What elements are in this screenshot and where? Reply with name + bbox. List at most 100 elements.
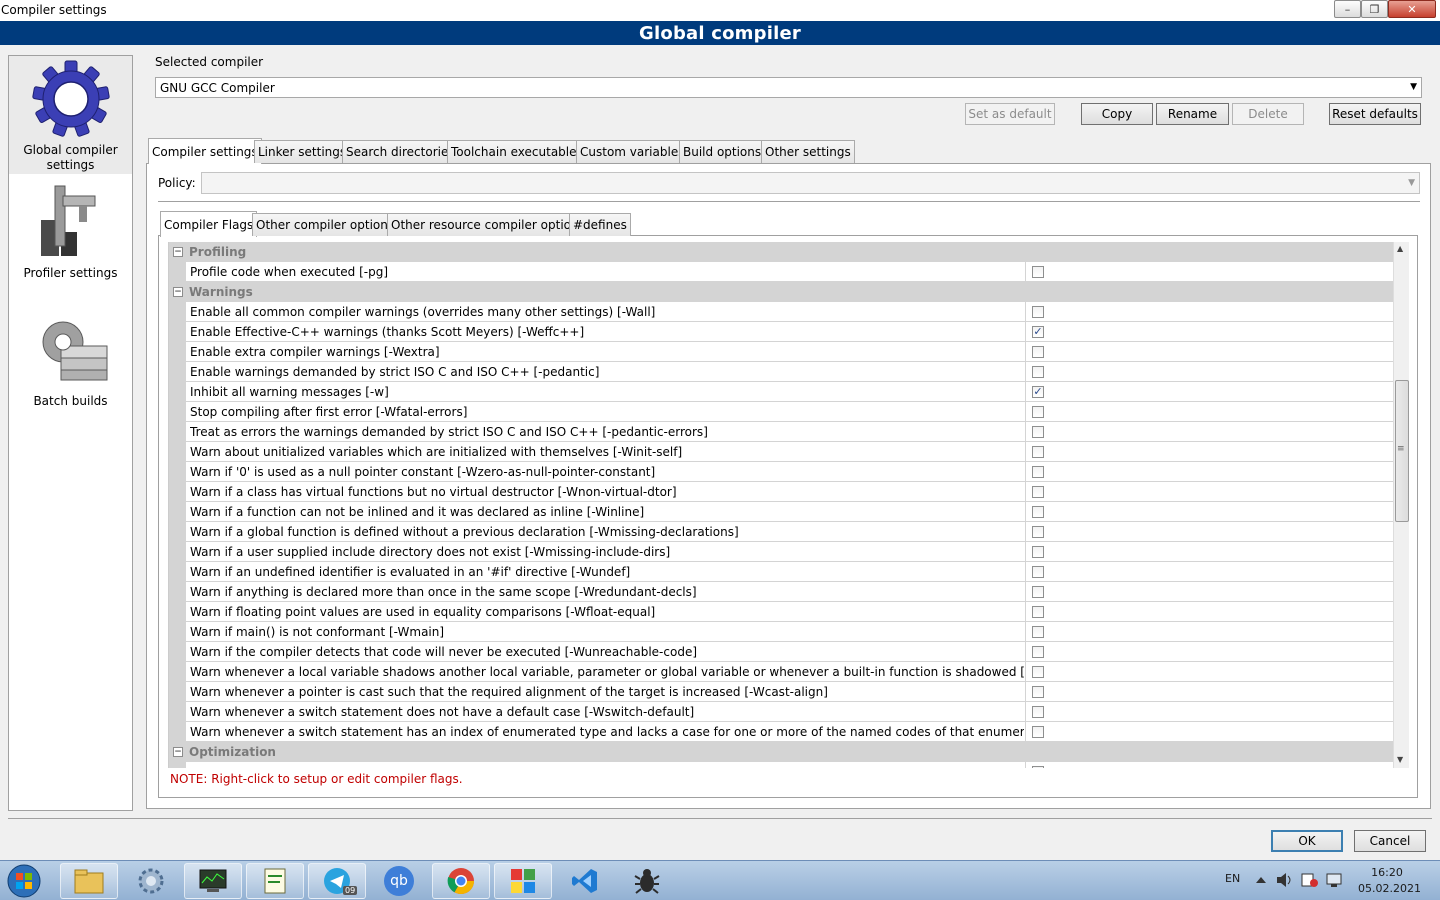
flag-checkbox[interactable] <box>1032 466 1044 478</box>
flag-row[interactable]: Profile code when executed [-pg] <box>169 262 1393 282</box>
flag-checkbox[interactable] <box>1032 726 1044 738</box>
flag-checkbox[interactable] <box>1032 266 1044 278</box>
flag-checkbox[interactable] <box>1032 586 1044 598</box>
sidebar-item-global-compiler[interactable]: Global compiler settings <box>9 56 132 174</box>
taskbar-chrome[interactable] <box>432 863 490 899</box>
taskbar-settings[interactable] <box>122 863 180 899</box>
maximize-button[interactable]: ❐ <box>1361 0 1388 18</box>
flag-row[interactable]: Stop compiling after first error [-Wfata… <box>169 402 1393 422</box>
set-as-default-button[interactable]: Set as default <box>965 103 1055 125</box>
flag-row[interactable]: Warn if the compiler detects that code w… <box>169 642 1393 662</box>
taskbar-system-monitor[interactable] <box>184 863 242 899</box>
flag-checkbox[interactable] <box>1032 606 1044 618</box>
flag-row[interactable]: Enable extra compiler warnings [-Wextra] <box>169 342 1393 362</box>
tab-custom-variables[interactable]: Custom variables <box>576 140 689 163</box>
taskbar-telegram[interactable]: 09 <box>308 863 366 899</box>
flag-checkbox[interactable] <box>1032 426 1044 438</box>
clock-date[interactable]: 05.02.2021 <box>1358 882 1421 895</box>
language-indicator[interactable]: EN <box>1225 872 1240 885</box>
taskbar-qbittorrent[interactable]: qb <box>370 863 428 899</box>
flag-row[interactable]: Warn if main() is not conformant [-Wmain… <box>169 622 1393 642</box>
category-row[interactable]: − Profiling <box>169 242 1393 262</box>
flag-checkbox[interactable] <box>1032 566 1044 578</box>
sidebar-item-profiler[interactable]: Profiler settings <box>9 178 132 288</box>
category-row[interactable]: − Warnings <box>169 282 1393 302</box>
ok-button[interactable]: OK <box>1271 830 1343 852</box>
flag-row[interactable]: Warn if '0' is used as a null pointer co… <box>169 462 1393 482</box>
category-row[interactable]: − Optimization <box>169 742 1393 762</box>
flag-row[interactable]: Warn if an undefined identifier is evalu… <box>169 562 1393 582</box>
flag-checkbox[interactable] <box>1032 306 1044 318</box>
tab-linker-settings[interactable]: Linker settings <box>254 140 351 163</box>
taskbar-file-explorer[interactable] <box>60 863 118 899</box>
flag-checkbox[interactable] <box>1032 626 1044 638</box>
flag-checkbox[interactable] <box>1032 406 1044 418</box>
flag-row[interactable]: Warn whenever a switch statement has an … <box>169 722 1393 742</box>
collapse-icon[interactable]: − <box>173 247 183 257</box>
scroll-up-icon[interactable]: ▲ <box>1397 244 1403 253</box>
tab-other-compiler-options[interactable]: Other compiler options <box>252 213 399 236</box>
flag-row[interactable]: Enable warnings demanded by strict ISO C… <box>169 362 1393 382</box>
collapse-icon[interactable]: − <box>173 747 183 757</box>
close-button[interactable]: ✕ <box>1388 0 1436 18</box>
collapse-icon[interactable]: − <box>173 287 183 297</box>
tab-compiler-flags[interactable]: Compiler Flags <box>160 211 258 237</box>
flag-row[interactable]: Warn whenever a local variable shadows a… <box>169 662 1393 682</box>
flag-checkbox[interactable] <box>1032 486 1044 498</box>
flag-row[interactable] <box>169 762 1393 768</box>
rename-button[interactable]: Rename <box>1156 103 1229 125</box>
flag-row[interactable]: Enable Effective-C++ warnings (thanks Sc… <box>169 322 1393 342</box>
taskbar-text-editor[interactable] <box>246 863 304 899</box>
tab-other-settings[interactable]: Other settings <box>761 140 855 163</box>
flag-row[interactable]: Treat as errors the warnings demanded by… <box>169 422 1393 442</box>
flag-row[interactable]: Enable all common compiler warnings (ove… <box>169 302 1393 322</box>
flag-checkbox[interactable] <box>1032 686 1044 698</box>
delete-button[interactable]: Delete <box>1232 103 1304 125</box>
scroll-down-icon[interactable]: ▼ <box>1397 755 1403 764</box>
flag-checkbox[interactable] <box>1032 666 1044 678</box>
action-center-icon[interactable] <box>1301 872 1319 888</box>
vertical-scrollbar[interactable]: ▲ ≡ ▼ <box>1393 242 1409 768</box>
flag-row[interactable]: Warn whenever a pointer is cast such tha… <box>169 682 1393 702</box>
volume-icon[interactable] <box>1276 872 1294 888</box>
flag-checkbox[interactable] <box>1032 506 1044 518</box>
clock-time[interactable]: 16:20 <box>1362 866 1412 879</box>
flag-row[interactable]: Warn if floating point values are used i… <box>169 602 1393 622</box>
flag-row[interactable]: Warn if a function can not be inlined an… <box>169 502 1393 522</box>
flag-row[interactable]: Warn whenever a switch statement does no… <box>169 702 1393 722</box>
flag-checkbox[interactable] <box>1032 446 1044 458</box>
flag-checkbox[interactable] <box>1032 346 1044 358</box>
network-icon[interactable] <box>1325 872 1343 888</box>
tab-search-directories[interactable]: Search directories <box>342 140 459 163</box>
tab-toolchain-executables[interactable]: Toolchain executables <box>447 140 587 163</box>
flag-row[interactable]: Warn if a user supplied include director… <box>169 542 1393 562</box>
cancel-button[interactable]: Cancel <box>1354 830 1426 852</box>
flag-checkbox[interactable] <box>1032 766 1044 768</box>
flag-checkbox[interactable] <box>1032 646 1044 658</box>
taskbar-debugger[interactable] <box>618 863 676 899</box>
policy-select[interactable]: ▼ <box>201 172 1420 194</box>
copy-button[interactable]: Copy <box>1081 103 1153 125</box>
reset-defaults-button[interactable]: Reset defaults <box>1329 103 1421 125</box>
flag-checkbox[interactable] <box>1032 546 1044 558</box>
flag-row[interactable]: Warn about unitialized variables which a… <box>169 442 1393 462</box>
tab-build-options[interactable]: Build options <box>679 140 766 163</box>
flag-row[interactable]: Warn if a global function is defined wit… <box>169 522 1393 542</box>
start-button[interactable] <box>2 863 46 899</box>
flag-row[interactable]: Warn if a class has virtual functions bu… <box>169 482 1393 502</box>
taskbar-codeblocks[interactable] <box>494 863 552 899</box>
flag-row[interactable]: Inhibit all warning messages [-w] ✓ <box>169 382 1393 402</box>
tab-defines[interactable]: #defines <box>569 213 631 236</box>
minimize-button[interactable]: – <box>1334 0 1361 18</box>
tray-expand-icon[interactable] <box>1256 876 1266 884</box>
flag-checkbox[interactable] <box>1032 366 1044 378</box>
tab-other-resource-compiler-options[interactable]: Other resource compiler options <box>387 213 589 236</box>
taskbar-vscode[interactable] <box>556 863 614 899</box>
sidebar-item-batch-builds[interactable]: Batch builds <box>9 306 132 416</box>
flag-row[interactable]: Warn if anything is declared more than o… <box>169 582 1393 602</box>
flag-checkbox[interactable] <box>1032 706 1044 718</box>
flag-checkbox[interactable] <box>1032 526 1044 538</box>
flag-checkbox[interactable]: ✓ <box>1032 326 1044 338</box>
tab-compiler-settings[interactable]: Compiler settings <box>148 138 262 164</box>
flag-checkbox[interactable]: ✓ <box>1032 386 1044 398</box>
